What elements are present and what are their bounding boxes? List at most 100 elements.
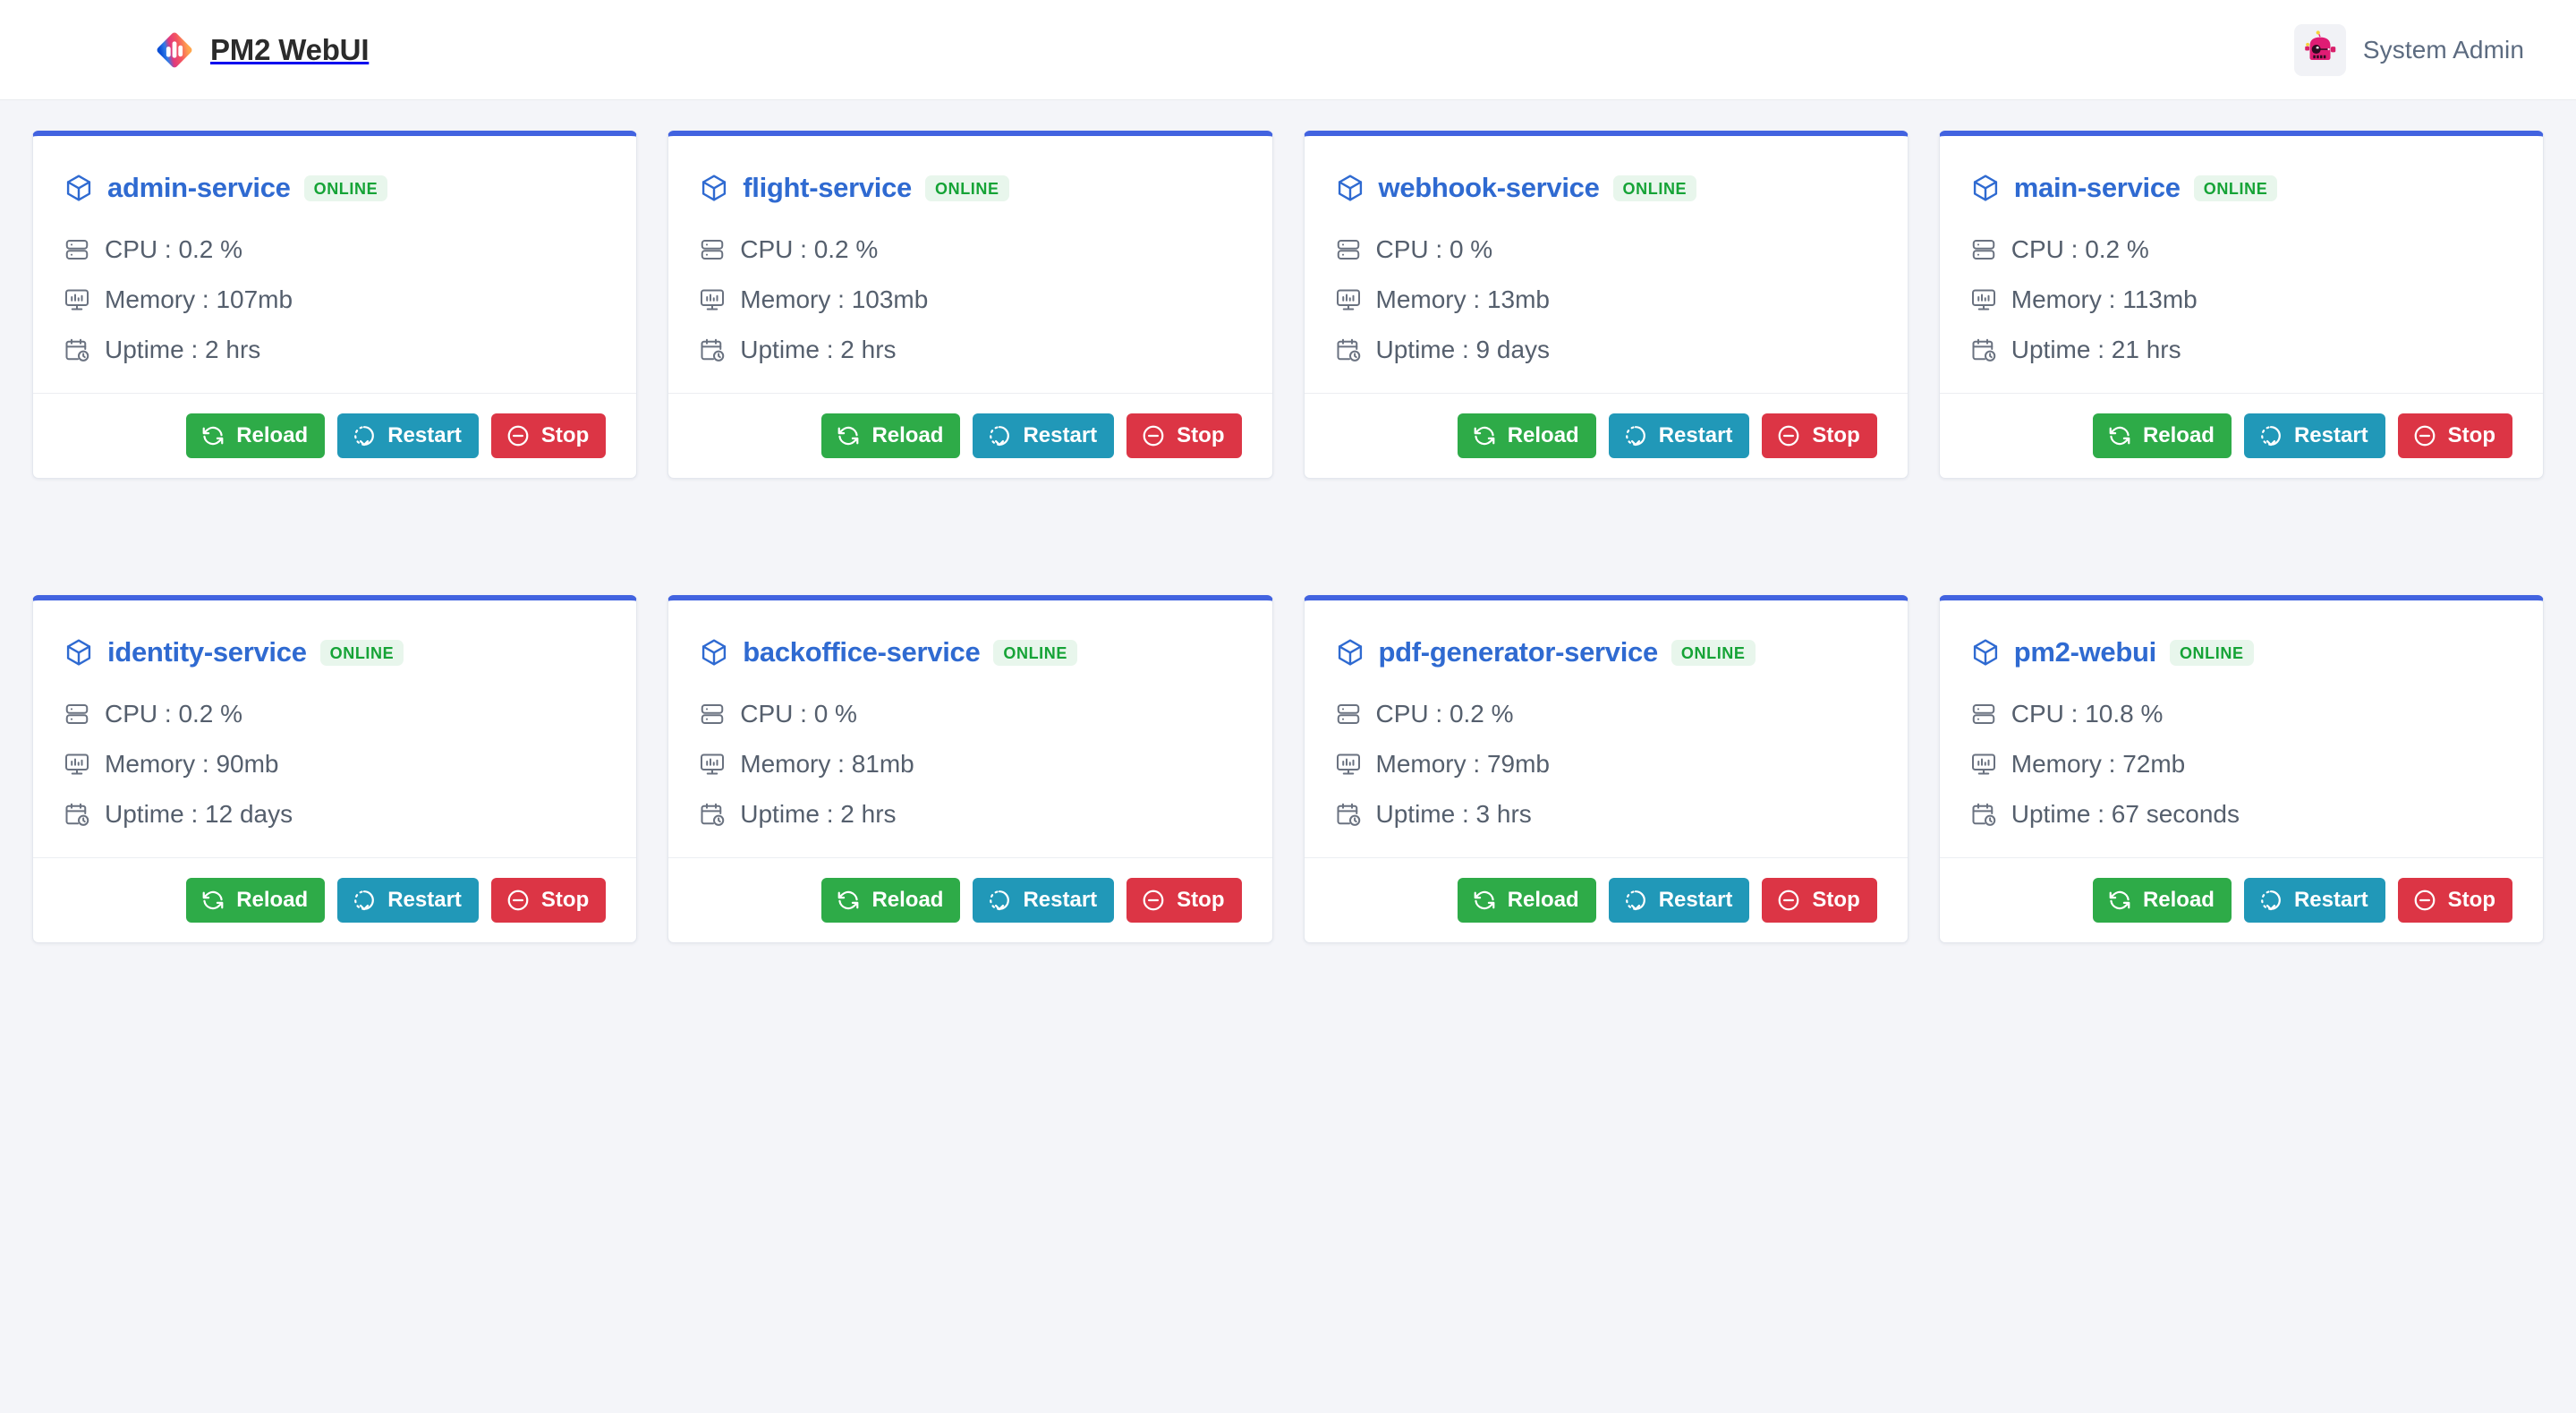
stop-button-label: Stop xyxy=(540,423,590,447)
service-card: admin-service ONLINE CPU : 0.2 % Memory … xyxy=(32,131,638,479)
status-badge: ONLINE xyxy=(303,174,388,201)
stop-button[interactable]: Stop xyxy=(1126,878,1242,923)
restart-icon xyxy=(987,888,1012,913)
service-name: main-service xyxy=(2013,172,2181,203)
uptime-value: Uptime : 3 hrs xyxy=(1375,800,1532,828)
uptime-value: Uptime : 67 seconds xyxy=(2011,800,2240,828)
stop-button[interactable]: Stop xyxy=(490,878,607,923)
restart-button-label: Restart xyxy=(1023,888,1098,912)
restart-button[interactable]: Restart xyxy=(337,878,479,923)
reload-icon xyxy=(836,888,861,913)
status-badge: ONLINE xyxy=(2169,639,2254,666)
service-card-body: flight-service ONLINE CPU : 0.2 % Memory… xyxy=(668,136,1271,393)
stop-circle-icon xyxy=(1141,888,1166,913)
service-card-actions: Reload Restart Stop xyxy=(33,857,637,942)
reload-button-label: Reload xyxy=(871,888,944,912)
stop-button[interactable]: Stop xyxy=(1126,413,1242,458)
reload-button[interactable]: Reload xyxy=(2092,413,2232,458)
memory-stat: Memory : 72mb xyxy=(1970,750,2512,779)
reload-button[interactable]: Reload xyxy=(186,413,326,458)
memory-stat: Memory : 81mb xyxy=(699,750,1241,779)
memory-stat: Memory : 107mb xyxy=(64,285,606,314)
stop-circle-icon xyxy=(2412,888,2437,913)
stop-button[interactable]: Stop xyxy=(2397,878,2512,923)
service-card-header: webhook-service ONLINE xyxy=(1335,172,1877,204)
restart-button-label: Restart xyxy=(2293,888,2368,912)
status-badge: ONLINE xyxy=(2193,174,2278,201)
robot-avatar-icon xyxy=(2293,23,2346,76)
uptime-stat: Uptime : 67 seconds xyxy=(1970,800,2512,829)
reload-button[interactable]: Reload xyxy=(186,878,326,923)
stop-button-label: Stop xyxy=(1177,888,1225,912)
reload-icon xyxy=(1472,888,1497,913)
reload-icon xyxy=(200,423,225,448)
restart-button[interactable]: Restart xyxy=(973,878,1115,923)
service-card-body: admin-service ONLINE CPU : 0.2 % Memory … xyxy=(33,136,636,393)
cpu-stat: CPU : 0.2 % xyxy=(1970,235,2512,264)
restart-icon xyxy=(352,423,377,448)
stop-button[interactable]: Stop xyxy=(1762,878,1877,923)
cube-icon xyxy=(1970,637,2001,668)
stop-button[interactable]: Stop xyxy=(490,413,607,458)
cpu-stat: CPU : 0.2 % xyxy=(64,235,606,264)
stop-button-label: Stop xyxy=(1812,423,1860,447)
uptime-value: Uptime : 21 hrs xyxy=(2011,336,2181,363)
status-badge: ONLINE xyxy=(993,639,1077,666)
calendar-clock-icon xyxy=(64,336,90,363)
cpu-stat: CPU : 0 % xyxy=(699,700,1241,728)
memory-value: Memory : 103mb xyxy=(740,285,929,313)
restart-button[interactable]: Restart xyxy=(1608,878,1750,923)
service-card-body: identity-service ONLINE CPU : 0.2 % Memo… xyxy=(33,600,636,857)
reload-button[interactable]: Reload xyxy=(1457,878,1596,923)
main-content: admin-service ONLINE CPU : 0.2 % Memory … xyxy=(0,100,2576,943)
reload-button[interactable]: Reload xyxy=(821,413,961,458)
reload-button-label: Reload xyxy=(236,423,309,447)
monitor-icon xyxy=(1335,286,1362,313)
reload-button[interactable]: Reload xyxy=(821,878,961,923)
restart-icon xyxy=(987,423,1012,448)
restart-button[interactable]: Restart xyxy=(973,413,1115,458)
uptime-stat: Uptime : 21 hrs xyxy=(1970,336,2512,364)
reload-button[interactable]: Reload xyxy=(2092,878,2232,923)
restart-button-label: Restart xyxy=(2293,423,2368,447)
server-icon xyxy=(64,236,90,263)
top-navbar: PM2 WebUI System Admin xyxy=(0,0,2576,100)
stop-circle-icon xyxy=(506,888,531,913)
uptime-stat: Uptime : 2 hrs xyxy=(64,336,606,364)
calendar-clock-icon xyxy=(1970,801,1997,828)
monitor-icon xyxy=(699,286,726,313)
service-card-actions: Reload Restart Stop xyxy=(1939,393,2543,478)
reload-icon xyxy=(200,888,225,913)
memory-stat: Memory : 90mb xyxy=(64,750,606,779)
reload-button[interactable]: Reload xyxy=(1457,413,1596,458)
user-menu[interactable]: System Admin xyxy=(2293,23,2524,76)
memory-value: Memory : 90mb xyxy=(105,750,279,778)
monitor-icon xyxy=(699,751,726,778)
service-card-header: main-service ONLINE xyxy=(1970,172,2512,204)
stop-button[interactable]: Stop xyxy=(2397,413,2512,458)
restart-button-label: Restart xyxy=(1023,423,1098,447)
restart-button[interactable]: Restart xyxy=(2243,413,2385,458)
service-card-actions: Reload Restart Stop xyxy=(1939,857,2543,942)
service-card-body: main-service ONLINE CPU : 0.2 % Memory :… xyxy=(1940,136,2543,393)
stop-button[interactable]: Stop xyxy=(1762,413,1877,458)
monitor-icon xyxy=(1970,751,1997,778)
cpu-stat: CPU : 0.2 % xyxy=(1335,700,1877,728)
cpu-value: CPU : 10.8 % xyxy=(2011,700,2164,728)
restart-button[interactable]: Restart xyxy=(337,413,479,458)
stop-button-label: Stop xyxy=(2447,888,2495,912)
server-icon xyxy=(1335,236,1362,263)
restart-button[interactable]: Restart xyxy=(2243,878,2385,923)
uptime-stat: Uptime : 9 days xyxy=(1335,336,1877,364)
cpu-value: CPU : 0.2 % xyxy=(740,235,879,263)
reload-button-label: Reload xyxy=(2142,423,2215,447)
cube-icon xyxy=(699,173,729,203)
cpu-stat: CPU : 0 % xyxy=(1335,235,1877,264)
restart-button[interactable]: Restart xyxy=(1608,413,1750,458)
service-card-header: identity-service ONLINE xyxy=(64,636,606,668)
memory-value: Memory : 107mb xyxy=(105,285,293,313)
brand-link[interactable]: PM2 WebUI xyxy=(154,30,369,71)
server-icon xyxy=(1970,701,1997,728)
memory-stat: Memory : 113mb xyxy=(1970,285,2512,314)
uptime-stat: Uptime : 2 hrs xyxy=(699,800,1241,829)
